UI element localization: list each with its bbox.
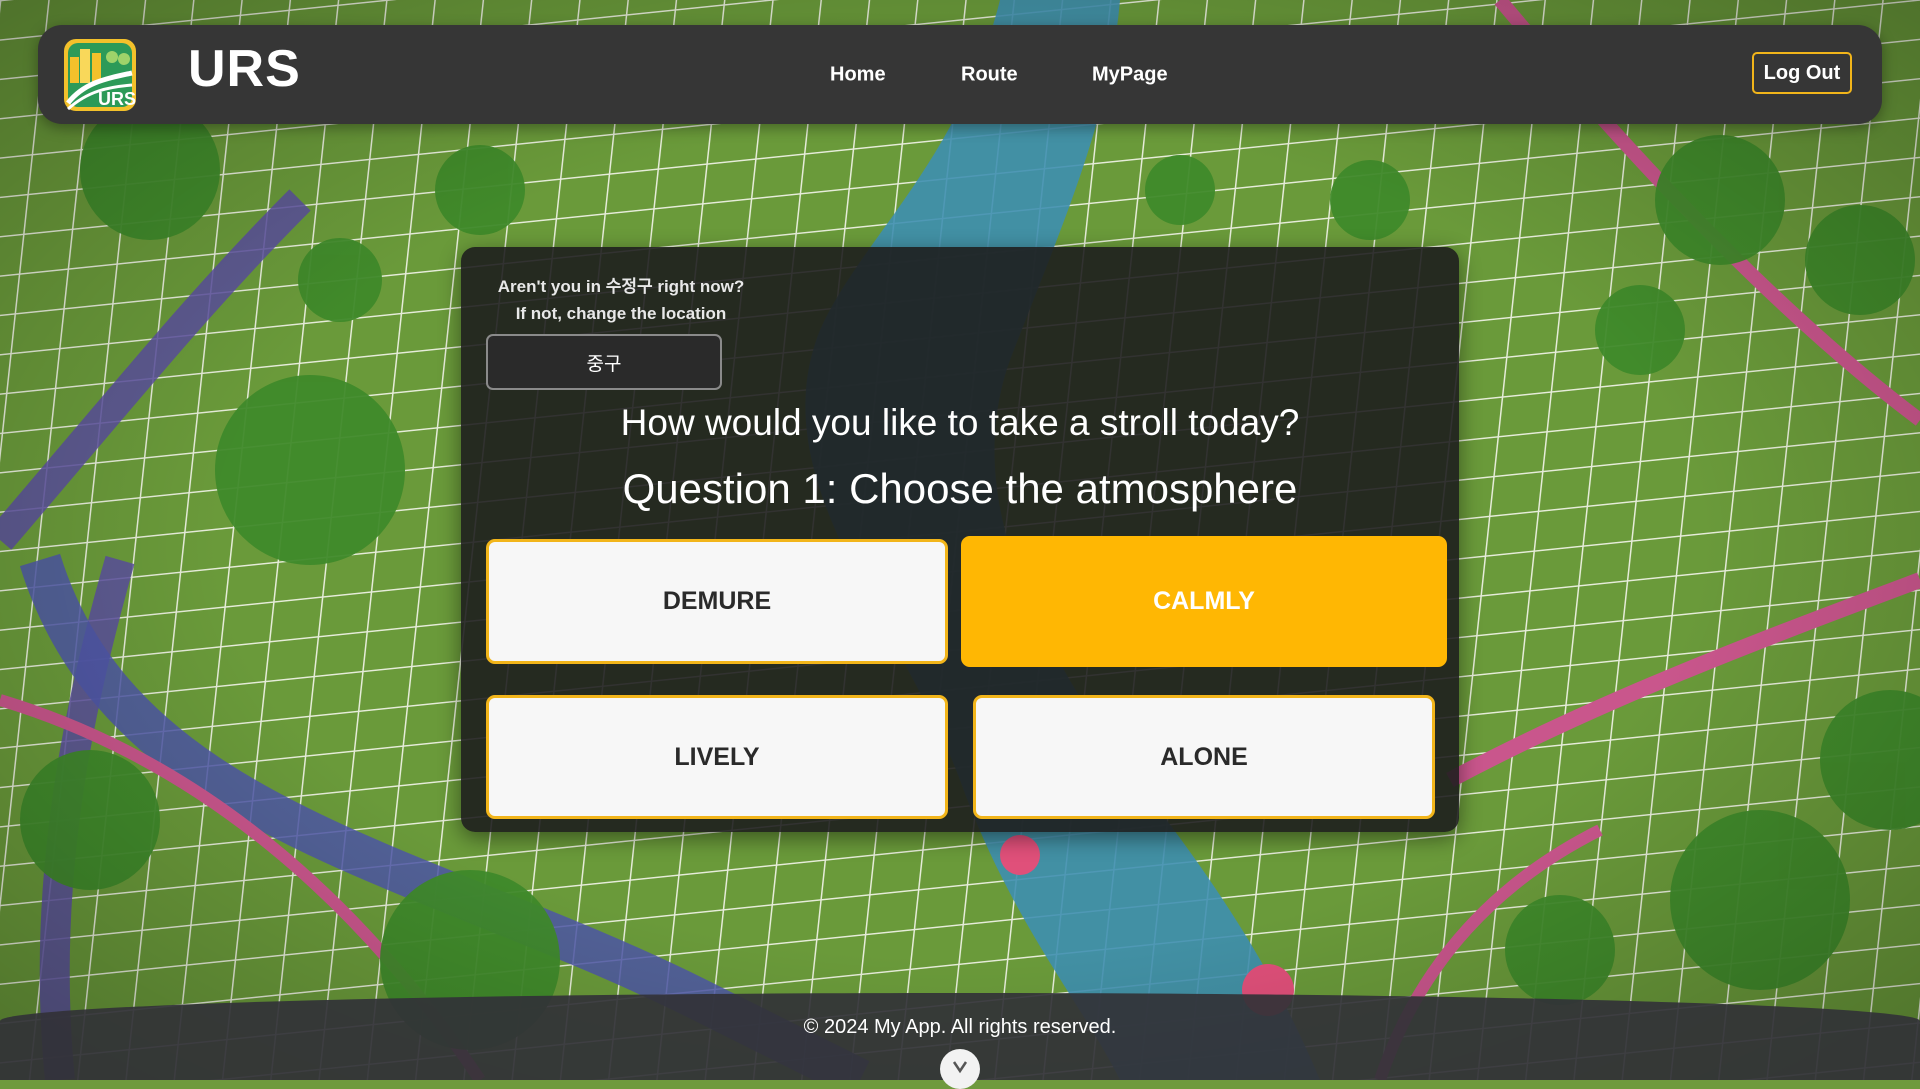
chevron-down-icon — [951, 1049, 969, 1079]
option-lively-button[interactable]: LIVELY — [486, 695, 948, 819]
nav-home[interactable]: Home — [830, 64, 886, 87]
nav-route[interactable]: Route — [961, 64, 1018, 87]
logout-button[interactable]: Log Out — [1752, 52, 1852, 94]
option-alone-button[interactable]: ALONE — [973, 695, 1435, 819]
option-calmly-button[interactable]: CALMLY — [961, 536, 1447, 667]
survey-title: How would you like to take a stroll toda… — [620, 402, 1300, 443]
logo-text: URS — [98, 89, 136, 109]
survey-card: Aren't you in 수정구 right now? If not, cha… — [461, 247, 1459, 832]
location-prompt: Aren't you in 수정구 right now? If not, cha… — [486, 273, 756, 327]
location-select[interactable]: 중구 — [486, 334, 722, 390]
copyright-text: © 2024 My App. All rights reserved. — [803, 1016, 1117, 1038]
brand-name[interactable]: URS — [188, 39, 301, 99]
location-question: Aren't you in 수정구 right now? — [497, 277, 745, 296]
footer: © 2024 My App. All rights reserved. — [0, 993, 1920, 1089]
location-hint: If not, change the location — [515, 304, 727, 323]
question-heading: Question 1: Choose the atmosphere — [622, 465, 1298, 512]
top-navbar: URS URS Home Route MyPage Log Out — [38, 25, 1882, 124]
scroll-down-button[interactable] — [940, 1049, 980, 1089]
nav-mypage[interactable]: MyPage — [1092, 64, 1168, 87]
city-park-logo-icon[interactable]: URS — [64, 39, 136, 111]
option-demure-button[interactable]: DEMURE — [486, 539, 948, 664]
